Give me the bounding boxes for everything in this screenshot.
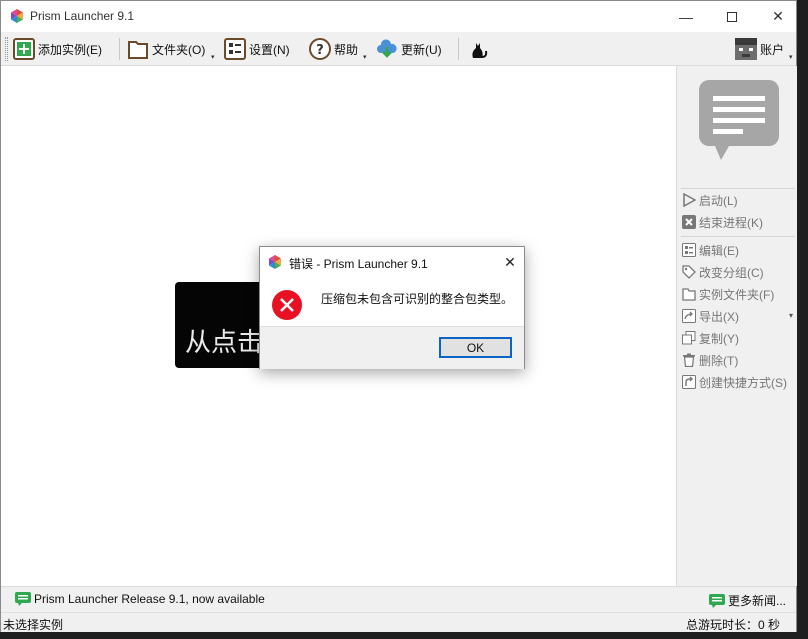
instance-panel: 启动(L) 结束进程(K) 编辑(E) 改变分组(C) 实例文件夹(F) 导出(… bbox=[676, 66, 797, 586]
folders-button[interactable]: 文件夹(O) ▾ bbox=[127, 35, 215, 63]
launch-button[interactable]: 启动(L) bbox=[682, 190, 738, 210]
title-bar: Prism Launcher 9.1 — ✕ bbox=[1, 1, 796, 32]
folders-dropdown-icon: ▾ bbox=[211, 54, 215, 61]
prism-logo-icon bbox=[11, 9, 23, 23]
kill-icon bbox=[682, 215, 696, 229]
add-instance-icon bbox=[13, 38, 35, 60]
instance-folder-label: 实例文件夹(F) bbox=[699, 287, 775, 302]
delete-label: 删除(T) bbox=[699, 353, 739, 368]
toolbar-separator bbox=[119, 38, 120, 60]
launch-label: 启动(L) bbox=[699, 193, 738, 208]
export-icon bbox=[682, 309, 696, 323]
maximize-button[interactable] bbox=[709, 1, 755, 32]
help-dropdown-icon: ▾ bbox=[363, 54, 367, 61]
drop-hint-text: 从点击 bbox=[185, 328, 264, 358]
accounts-label: 账户 bbox=[760, 42, 785, 57]
close-window-button[interactable]: ✕ bbox=[755, 1, 801, 32]
folder-icon bbox=[127, 38, 149, 60]
edit-list-icon bbox=[682, 243, 696, 257]
ok-button[interactable]: OK bbox=[439, 337, 512, 358]
delete-button[interactable]: 删除(T) bbox=[682, 350, 738, 370]
change-group-button[interactable]: 改变分组(C) bbox=[682, 262, 764, 282]
cat-icon bbox=[467, 38, 489, 60]
minimize-button[interactable]: — bbox=[663, 1, 709, 32]
kill-label: 结束进程(K) bbox=[699, 215, 763, 230]
news-icon bbox=[15, 592, 31, 606]
help-icon: ? bbox=[309, 38, 331, 60]
folders-label: 文件夹(O) bbox=[152, 42, 206, 57]
change-group-label: 改变分组(C) bbox=[699, 265, 764, 280]
toolbar-separator bbox=[458, 38, 459, 60]
error-icon bbox=[272, 290, 302, 320]
export-label: 导出(X) bbox=[699, 309, 739, 324]
panel-separator bbox=[681, 188, 795, 189]
close-icon: ✕ bbox=[504, 253, 516, 270]
trash-icon bbox=[682, 353, 696, 367]
window-title: Prism Launcher 9.1 bbox=[30, 9, 135, 23]
status-bar: 未选择实例 总游玩时长：0 秒 bbox=[1, 612, 796, 632]
update-label: 更新(U) bbox=[401, 42, 442, 57]
avatar bbox=[735, 38, 757, 60]
panel-separator bbox=[681, 236, 795, 237]
selection-status: 未选择实例 bbox=[3, 618, 64, 632]
cloud-download-icon bbox=[376, 38, 398, 60]
total-playtime: 总游玩时长：0 秒 bbox=[686, 618, 781, 632]
accounts-dropdown-icon: ▾ bbox=[789, 54, 793, 61]
create-shortcut-label: 创建快捷方式(S) bbox=[699, 375, 787, 390]
main-toolbar: 添加实例(E) 文件夹(O) ▾ 设置(N) ? 帮助 ▾ 更新(U) 账户 ▾ bbox=[1, 32, 796, 66]
kill-button[interactable]: 结束进程(K) bbox=[682, 212, 763, 232]
instance-chat-icon bbox=[699, 80, 779, 160]
main-window: Prism Launcher 9.1 — ✕ 添加实例(E) 文件夹(O) ▾ … bbox=[0, 0, 797, 632]
export-dropdown-icon[interactable]: ▾ bbox=[789, 311, 793, 320]
add-instance-button[interactable]: 添加实例(E) bbox=[13, 35, 102, 63]
dialog-title-bar: 错误 - Prism Launcher 9.1 ✕ bbox=[260, 247, 524, 277]
toolbar-grip[interactable] bbox=[5, 37, 8, 61]
play-icon bbox=[682, 193, 696, 207]
settings-label: 设置(N) bbox=[249, 42, 290, 57]
news-headline-button[interactable]: Prism Launcher Release 9.1, now availabl… bbox=[15, 592, 265, 606]
help-label: 帮助 bbox=[334, 42, 359, 57]
prism-logo-icon bbox=[269, 255, 281, 269]
news-icon bbox=[709, 593, 725, 608]
ok-button-label: OK bbox=[466, 340, 485, 355]
instance-folder-button[interactable]: 实例文件夹(F) bbox=[682, 284, 774, 304]
dialog-button-bar: OK bbox=[260, 326, 524, 369]
dialog-title: 错误 - Prism Launcher 9.1 bbox=[289, 257, 428, 271]
close-icon: ✕ bbox=[772, 8, 784, 24]
export-button[interactable]: 导出(X) bbox=[682, 306, 739, 326]
cat-button[interactable] bbox=[467, 35, 492, 63]
edit-label: 编辑(E) bbox=[699, 243, 739, 258]
error-dialog: 错误 - Prism Launcher 9.1 ✕ 压缩包未包含可识别的整合包类… bbox=[259, 246, 525, 369]
minimize-icon: — bbox=[679, 8, 693, 25]
dialog-message: 压缩包未包含可识别的整合包类型。 bbox=[321, 292, 514, 306]
copy-label: 复制(Y) bbox=[699, 331, 739, 346]
dialog-close-button[interactable]: ✕ bbox=[500, 252, 520, 272]
settings-list-icon bbox=[224, 38, 246, 60]
copy-icon bbox=[682, 331, 696, 345]
settings-button[interactable]: 设置(N) bbox=[224, 35, 290, 63]
more-news-label: 更多新闻... bbox=[728, 594, 787, 608]
shortcut-icon bbox=[682, 375, 696, 389]
add-instance-label: 添加实例(E) bbox=[38, 42, 102, 57]
more-news-button[interactable]: 更多新闻... bbox=[709, 592, 786, 609]
accounts-button[interactable]: 账户 ▾ bbox=[735, 35, 793, 63]
edit-button[interactable]: 编辑(E) bbox=[682, 240, 739, 260]
folder-icon bbox=[682, 287, 696, 301]
update-button[interactable]: 更新(U) bbox=[376, 35, 442, 63]
help-button[interactable]: ? 帮助 ▾ bbox=[309, 35, 367, 63]
tag-icon bbox=[682, 265, 696, 279]
news-bar: Prism Launcher Release 9.1, now availabl… bbox=[1, 586, 796, 612]
maximize-icon bbox=[727, 11, 737, 22]
create-shortcut-button[interactable]: 创建快捷方式(S) bbox=[682, 372, 787, 392]
news-headline: Prism Launcher Release 9.1, now availabl… bbox=[34, 592, 265, 606]
copy-button[interactable]: 复制(Y) bbox=[682, 328, 739, 348]
svg-text:?: ? bbox=[316, 43, 324, 58]
